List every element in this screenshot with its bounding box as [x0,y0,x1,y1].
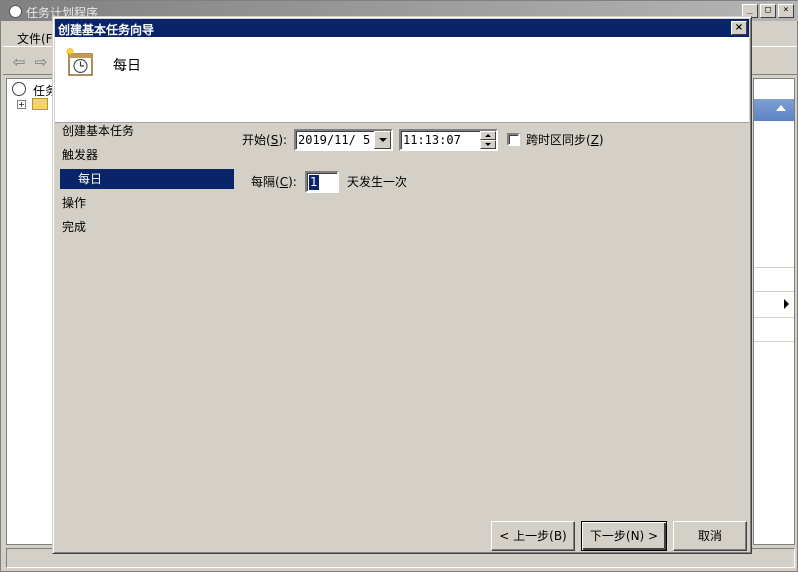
clock-icon [12,82,26,96]
recur-days-value: 1 [309,175,319,190]
step-action: 操作 [62,196,87,210]
sync-timezone-label[interactable]: 跨时区同步(Z) [526,130,604,150]
start-date-value: 2019/11/ 5 [298,133,371,147]
divider [754,291,794,292]
folder-icon [32,98,48,110]
time-spin-up-button[interactable] [480,131,496,140]
expand-icon[interactable]: + [17,100,26,109]
page-title: 每日 [113,58,141,74]
trigger-settings: 开始(S): 2019/11/ 5 11:13:07 跨时区同步(Z) 每隔(C… [239,127,749,527]
start-date-picker[interactable]: 2019/11/ 5 [294,129,393,151]
divider [754,267,794,268]
wizard-steps: 创建基本任务 触发器 每日 操作 完成 [55,121,235,521]
wizard-close-button[interactable]: × [731,21,747,35]
start-time-value: 11:13:07 [403,133,461,147]
start-time-spinner[interactable]: 11:13:07 [399,129,498,151]
wizard-header: 每日 [55,37,749,123]
wizard-title: 创建基本任务向导 [58,23,155,37]
back-arrow-icon[interactable]: ⇦ [11,54,27,70]
recur-label: 每隔(C): [251,175,297,189]
submenu-arrow-icon[interactable] [784,299,789,309]
actions-pane [753,78,795,545]
divider [754,341,794,342]
step-trigger: 触发器 [62,148,99,162]
close-button[interactable]: × [778,4,794,18]
actions-header[interactable] [754,99,794,121]
step-create-basic-task: 创建基本任务 [62,124,135,138]
maximize-button[interactable]: □ [760,4,776,18]
spin-up-icon [485,134,491,137]
forward-arrow-icon[interactable]: ⇨ [33,54,49,70]
divider [754,317,794,318]
chevron-down-icon [379,138,387,142]
collapse-up-icon [776,105,786,111]
time-spin-down-button[interactable] [480,140,496,149]
start-label: 开始(S): [242,133,288,147]
menu-file[interactable]: 文件(F [17,30,53,47]
calendar-clock-icon [66,48,93,76]
next-button[interactable]: 下一步(N) > [581,521,667,551]
clock-icon [9,5,22,18]
recur-suffix-label: 天发生一次 [347,175,408,189]
date-dropdown-button[interactable] [374,131,391,149]
step-daily: 每日 [60,169,234,189]
create-basic-task-wizard: 创建基本任务向导 × 每日 创建基本任务 触发器 每日 操作 完成 开始(S): [52,16,752,554]
wizard-titlebar: 创建基本任务向导 × [55,19,749,37]
sync-timezone-checkbox[interactable] [507,133,520,146]
recur-days-input[interactable]: 1 [305,171,339,193]
cancel-button[interactable]: 取消 [673,521,747,551]
spin-down-icon [485,143,491,146]
back-button[interactable]: < 上一步(B) [491,521,575,551]
step-finish: 完成 [62,220,87,234]
